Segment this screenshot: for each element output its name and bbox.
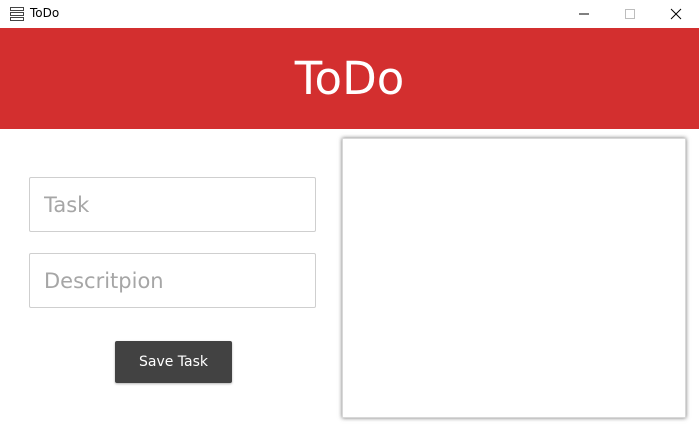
app-window: ToDo ToDo Save Task [0, 0, 699, 425]
task-list-panel[interactable] [342, 138, 686, 418]
close-button[interactable] [653, 0, 699, 28]
task-input[interactable] [29, 177, 316, 232]
minimize-icon [579, 13, 589, 15]
maximize-icon [625, 9, 635, 19]
save-task-button[interactable]: Save Task [115, 341, 232, 383]
minimize-button[interactable] [561, 0, 607, 28]
title-bar[interactable]: ToDo [0, 0, 699, 28]
page-title: ToDo [294, 52, 405, 105]
window-title: ToDo [30, 6, 60, 20]
close-icon [670, 8, 682, 20]
app-list-icon [10, 6, 24, 21]
maximize-button[interactable] [607, 0, 653, 28]
header-banner: ToDo [0, 28, 699, 129]
description-input[interactable] [29, 253, 316, 308]
